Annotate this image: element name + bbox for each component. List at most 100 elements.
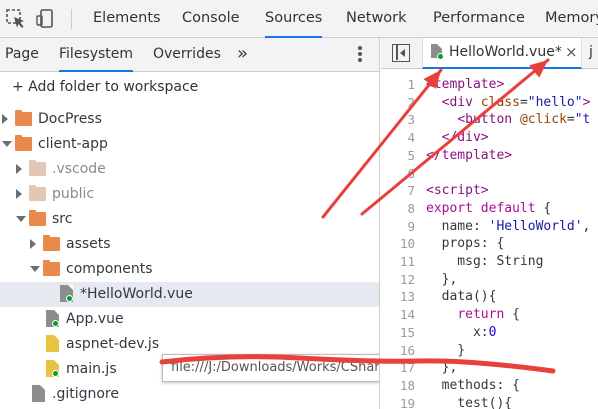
- tree-item[interactable]: public: [0, 182, 379, 207]
- expanded-arrow-icon[interactable]: [16, 216, 26, 222]
- code-token: {: [512, 307, 520, 323]
- code-token: name:: [426, 218, 489, 234]
- code-token: >: [582, 94, 591, 110]
- code-token: 0: [488, 324, 497, 340]
- code-token: @click: [519, 112, 567, 128]
- toggle-navigator-icon[interactable]: [392, 44, 410, 62]
- expanded-arrow-icon[interactable]: [30, 266, 40, 272]
- code-text: methods: {: [426, 377, 520, 395]
- tree-item[interactable]: src: [0, 207, 379, 232]
- code-text: </div>: [426, 129, 489, 147]
- collapsed-arrow-icon[interactable]: [16, 164, 22, 174]
- code-token: props: {: [426, 236, 505, 252]
- inspect-element-icon[interactable]: [5, 8, 27, 30]
- code-line: 4 </div>: [381, 129, 598, 147]
- collapsed-arrow-icon[interactable]: [2, 114, 8, 124]
- tree-item[interactable]: .gitignore: [0, 382, 379, 407]
- close-tab-icon[interactable]: ×: [565, 38, 578, 67]
- navigator-tabs: Page Filesystem Overrides »: [0, 38, 379, 72]
- kebab-menu-icon[interactable]: [355, 44, 365, 66]
- code-line: 6: [381, 165, 598, 183]
- tree-item[interactable]: components: [0, 257, 379, 282]
- code-line: 17 },: [381, 359, 598, 377]
- tab-page[interactable]: Page: [5, 38, 39, 72]
- tree-item[interactable]: App.vue: [0, 307, 379, 332]
- line-number: 3: [407, 112, 415, 128]
- code-token: return: [457, 307, 513, 323]
- tab-sources[interactable]: Sources: [265, 0, 323, 38]
- code-text: },: [426, 359, 458, 377]
- code-line: 11 msg: String: [381, 253, 598, 271]
- code-line: 16 }: [381, 342, 598, 360]
- more-tabs-button[interactable]: »: [237, 38, 248, 72]
- code-text: name: 'HelloWorld',: [426, 218, 591, 236]
- code-text: </template>: [426, 147, 512, 165]
- code-text: props: {: [426, 235, 505, 253]
- folder-icon: [29, 210, 46, 226]
- code-line: 3 <button @click="t: [381, 111, 598, 129]
- code-line: 13 data(){: [381, 288, 598, 306]
- code-line: 10 props: {: [381, 235, 598, 253]
- tree-item-label: assets: [66, 236, 111, 252]
- expanded-arrow-icon[interactable]: [2, 141, 12, 147]
- editor-tab-label: HelloWorld.vue*: [449, 44, 562, 60]
- line-number: 12: [399, 271, 415, 287]
- tree-item[interactable]: assets: [0, 232, 379, 257]
- tree-item-label: components: [66, 261, 153, 277]
- code-text: <script>: [426, 182, 489, 200]
- folder-icon: [43, 260, 60, 276]
- code-token: =: [519, 94, 528, 110]
- file-icon: [46, 335, 59, 352]
- folder-icon: [15, 135, 32, 151]
- code-token: msg: String: [426, 254, 544, 269]
- line-number: 15: [399, 324, 415, 340]
- code-line: 7 <script>: [381, 182, 598, 200]
- code-token: <script>: [426, 183, 489, 199]
- code-token: </template>: [426, 147, 513, 163]
- tree-item-label: client-app: [38, 136, 108, 152]
- tab-memory[interactable]: Memory: [545, 0, 598, 38]
- code-token: test(){: [426, 395, 513, 409]
- code-text: <button @click="t: [426, 111, 590, 129]
- sources-navigator: Page Filesystem Overrides » + Add folder…: [0, 38, 380, 409]
- device-toolbar-icon[interactable]: [35, 8, 57, 30]
- code-token: methods: {: [426, 377, 520, 393]
- collapsed-arrow-icon[interactable]: [16, 189, 22, 199]
- tab-elements[interactable]: Elements: [93, 0, 161, 38]
- code-line: 5 </template>: [381, 147, 598, 165]
- code-text: x:0: [426, 324, 497, 342]
- editor-tabs: HelloWorld.vue* × j: [381, 38, 598, 69]
- tree-item[interactable]: .vscode: [0, 157, 379, 182]
- tab-network[interactable]: Network: [346, 0, 407, 38]
- code-token: 'HelloWorld': [488, 218, 583, 234]
- line-number: 6: [407, 165, 415, 181]
- editor-tab-helloworld[interactable]: HelloWorld.vue* ×: [422, 38, 582, 69]
- code-token: <button: [457, 112, 520, 128]
- code-line: 18 methods: {: [381, 377, 598, 395]
- tree-item-label: main.js: [66, 361, 117, 377]
- tree-item[interactable]: client-app: [0, 132, 379, 157]
- tree-item-label: .vscode: [52, 161, 106, 177]
- collapsed-arrow-icon[interactable]: [30, 239, 36, 249]
- code-token: export default: [426, 200, 544, 216]
- code-editor-pane: HelloWorld.vue* × j 1 <template> 2 <div cl…: [381, 38, 598, 409]
- add-folder-to-workspace-button[interactable]: + Add folder to workspace: [12, 76, 198, 98]
- code-token: <template>: [426, 77, 505, 92]
- tree-item[interactable]: *HelloWorld.vue: [0, 282, 379, 307]
- file-path-tooltip: file:///J:/Downloads/Works/CSharp/Projec…: [162, 354, 379, 382]
- code-token: <div: [441, 94, 481, 110]
- tab-filesystem[interactable]: Filesystem: [59, 38, 134, 72]
- code-token: }: [426, 342, 466, 358]
- tab-console[interactable]: Console: [182, 0, 240, 38]
- mapped-status-dot: [52, 320, 59, 327]
- line-number: 10: [399, 236, 415, 252]
- tree-item[interactable]: DocPress: [0, 107, 379, 132]
- folder-icon: [29, 185, 46, 201]
- code-text: <div class="hello">: [426, 94, 591, 112]
- line-number: 4: [407, 130, 415, 146]
- editor-tab-next[interactable]: j: [589, 38, 593, 67]
- code-text: export default {: [426, 200, 551, 218]
- tab-performance[interactable]: Performance: [433, 0, 525, 38]
- tab-overrides[interactable]: Overrides: [153, 38, 221, 72]
